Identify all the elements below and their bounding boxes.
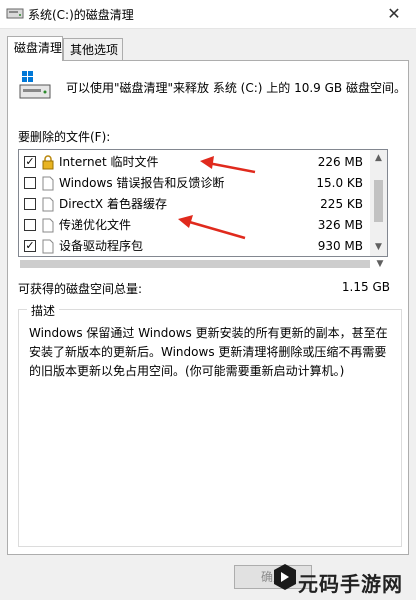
watermark-text: 元码手游网 — [298, 572, 403, 596]
tab-panel: 可以使用"磁盘清理"来释放 系统 (C:) 上的 10.9 GB 磁盘空间。 要… — [7, 60, 409, 555]
list-item[interactable]: ✓ Internet 临时文件 226 MB — [19, 152, 371, 173]
description-label: 描述 — [27, 302, 60, 319]
file-icon — [42, 218, 54, 233]
description-text: Windows 保留通过 Windows 更新安装的所有更新的副本，甚至在安装了… — [29, 326, 388, 378]
file-name: Internet 临时文件 — [59, 155, 159, 169]
file-name: 设备驱动程序包 — [59, 239, 144, 253]
list-item[interactable]: 传递优化文件 326 MB — [19, 215, 371, 236]
checkbox-error-reports[interactable] — [24, 177, 36, 189]
files-to-delete-label: 要删除的文件(F): — [18, 130, 111, 144]
list-item[interactable]: Windows 错误报告和反馈诊断 15.0 KB — [19, 173, 371, 194]
file-icon — [42, 176, 54, 191]
total-space-label: 可获得的磁盘空间总量: — [18, 282, 143, 296]
checkbox-driver-packages[interactable]: ✓ — [24, 240, 36, 252]
file-icon — [42, 197, 54, 212]
file-size: 226 MB — [317, 155, 363, 169]
title-bar: 系统(C:)的磁盘清理 ✕ — [0, 0, 416, 29]
list-horizontal-scrollbar[interactable]: ▼ — [18, 257, 388, 271]
scroll-down-icon[interactable]: ▼ — [370, 239, 387, 256]
checkbox-delivery-optimization[interactable] — [24, 219, 36, 231]
tab-disk-cleanup[interactable]: 磁盘清理 — [7, 36, 63, 61]
file-size: 15.0 KB — [316, 176, 363, 190]
description-group: 描述 Windows 保留通过 Windows 更新安装的所有更新的副本，甚至在… — [18, 302, 402, 547]
checkbox-directx-cache[interactable] — [24, 198, 36, 210]
scroll-thumb[interactable] — [374, 180, 383, 222]
lock-icon — [42, 155, 54, 170]
scroll-down-icon[interactable]: ▼ — [372, 257, 388, 271]
list-item[interactable]: ✓ 设备驱动程序包 930 MB — [19, 236, 371, 256]
file-size: 326 MB — [317, 218, 363, 232]
drive-icon — [19, 71, 51, 99]
intro-text: 可以使用"磁盘清理"来释放 系统 (C:) 上的 10.9 GB 磁盘空间。 — [66, 81, 406, 95]
file-name: DirectX 着色器缓存 — [59, 197, 167, 211]
h-scroll-thumb[interactable] — [20, 260, 370, 268]
files-list[interactable]: ✓ Internet 临时文件 226 MB Windows 错误报告和反馈诊断… — [18, 149, 388, 257]
watermark-logo-icon — [274, 564, 296, 590]
file-name: 传递优化文件 — [59, 218, 132, 232]
checkbox-internet-temp[interactable]: ✓ — [24, 156, 36, 168]
tab-more-options[interactable]: 其他选项 — [63, 38, 123, 60]
window-title: 系统(C:)的磁盘清理 — [28, 8, 134, 22]
file-size: 225 KB — [320, 197, 363, 211]
file-icon — [42, 239, 54, 254]
file-size: 930 MB — [317, 239, 363, 253]
disk-cleanup-icon — [6, 8, 24, 19]
total-space-value: 1.15 GB — [341, 280, 390, 294]
list-vertical-scrollbar[interactable]: ▲ ▼ — [370, 150, 387, 256]
file-name: Windows 错误报告和反馈诊断 — [59, 176, 225, 190]
close-button[interactable]: ✕ — [372, 0, 416, 28]
list-item[interactable]: DirectX 着色器缓存 225 KB — [19, 194, 371, 215]
scroll-up-icon[interactable]: ▲ — [370, 150, 387, 167]
